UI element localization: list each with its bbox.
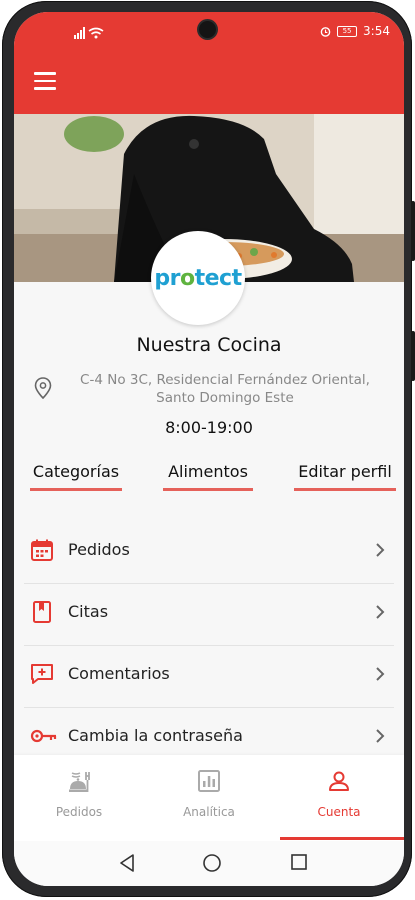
tab-alimentos[interactable]: Alimentos — [163, 462, 253, 491]
back-icon[interactable] — [118, 853, 136, 873]
opening-hours: 8:00-19:00 — [165, 418, 253, 437]
comment-plus-icon — [31, 664, 53, 684]
food-icon — [69, 772, 90, 792]
phone-frame: 55 3:54 protect Nuestra Cocina C-4 No 3C… — [2, 1, 415, 897]
recents-icon[interactable] — [290, 853, 308, 871]
calendar-icon — [31, 539, 53, 561]
active-tab-indicator — [280, 837, 404, 840]
chevron-right-icon — [376, 543, 385, 557]
app-screen: 55 3:54 protect Nuestra Cocina C-4 No 3C… — [14, 12, 404, 886]
user-icon — [329, 771, 349, 791]
bookmark-icon — [33, 601, 51, 623]
menu-item-citas[interactable]: Citas — [24, 584, 394, 646]
chevron-right-icon — [376, 729, 385, 743]
address-line-2: Santo Domingo Este — [156, 390, 294, 406]
account-menu: Pedidos Citas Comentarios Cambia la cont… — [14, 522, 404, 769]
profile-tabs: Categorías Alimentos Editar perfil — [14, 462, 404, 496]
restaurant-name: Nuestra Cocina — [136, 334, 282, 356]
nav-cuenta[interactable]: Cuenta — [274, 755, 404, 841]
address-line-1: C-4 No 3C, Residencial Fernández Orienta… — [80, 372, 370, 388]
nav-label: Pedidos — [55, 805, 103, 819]
nav-analitica[interactable]: Analítica — [144, 755, 274, 841]
menu-item-label: Cambia la contraseña — [68, 726, 243, 745]
menu-item-label: Comentarios — [68, 664, 170, 683]
bottom-nav: Pedidos Analítica Cuenta — [14, 755, 404, 841]
paw-icon: o — [179, 265, 195, 291]
front-camera — [199, 21, 216, 38]
battery-icon: 55 — [337, 25, 358, 37]
status-time: 3:54 — [363, 24, 390, 38]
key-icon — [30, 729, 57, 743]
nav-label: Cuenta — [317, 805, 361, 819]
chevron-right-icon — [376, 667, 385, 681]
restaurant-address: C-4 No 3C, Residencial Fernández Orienta… — [66, 371, 384, 407]
restaurant-logo: protect — [151, 231, 245, 325]
status-bar: 55 3:54 — [14, 12, 404, 52]
menu-item-label: Citas — [68, 602, 109, 621]
logo-text: protect — [154, 265, 242, 291]
system-nav-bar — [14, 841, 404, 886]
chart-icon — [198, 770, 220, 792]
hamburger-icon[interactable] — [34, 72, 56, 90]
location-pin-icon — [34, 377, 52, 399]
nav-label: Analítica — [183, 805, 235, 819]
menu-item-pedidos[interactable]: Pedidos — [24, 522, 394, 584]
alarm-icon — [320, 26, 331, 37]
signal-wifi-icon — [74, 27, 104, 39]
app-bar — [14, 52, 404, 114]
menu-item-label: Pedidos — [68, 540, 130, 559]
tab-editar-perfil[interactable]: Editar perfil — [294, 462, 396, 491]
menu-item-comentarios[interactable]: Comentarios — [24, 646, 394, 708]
volume-button — [411, 331, 415, 381]
status-right: 55 3:54 — [320, 24, 390, 38]
nav-pedidos[interactable]: Pedidos — [14, 755, 144, 841]
tab-categorias[interactable]: Categorías — [30, 462, 122, 491]
power-button — [411, 201, 415, 261]
home-icon[interactable] — [202, 853, 222, 873]
chevron-right-icon — [376, 605, 385, 619]
